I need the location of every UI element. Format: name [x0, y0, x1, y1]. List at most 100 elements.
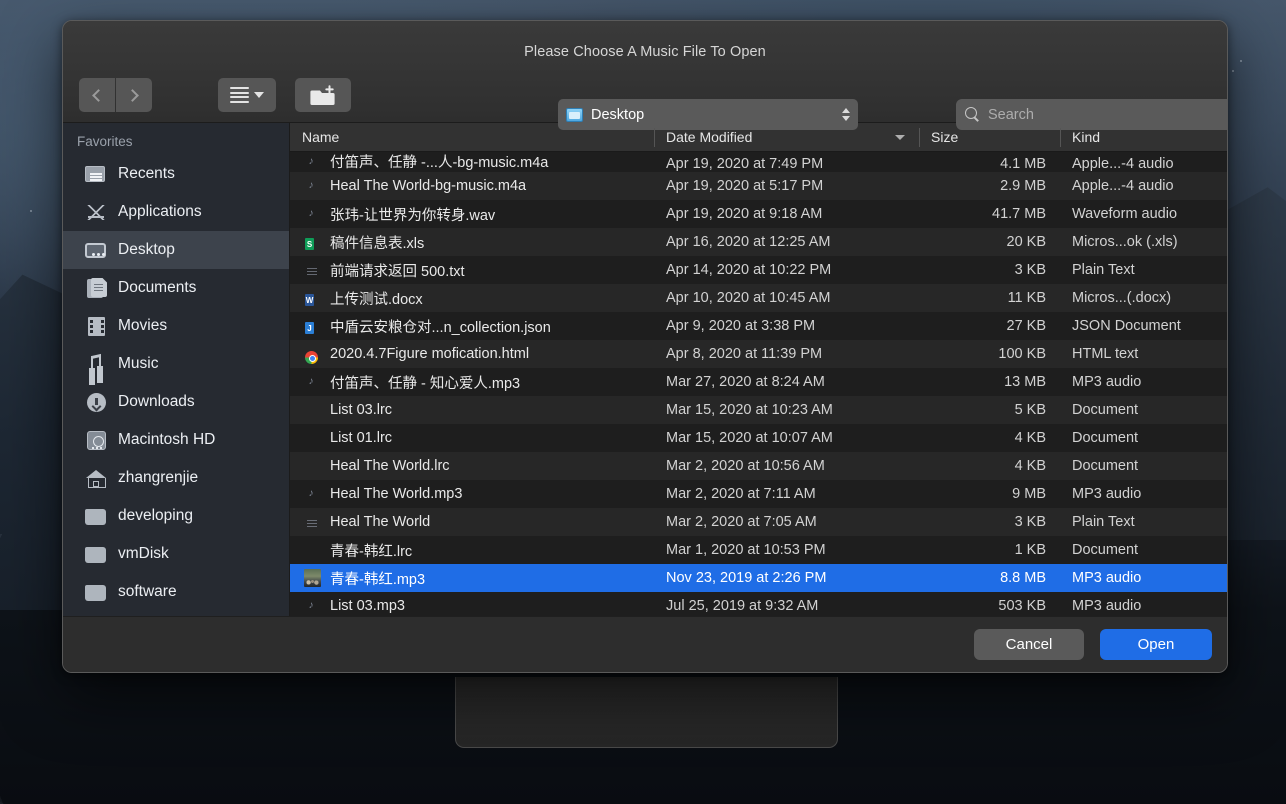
- file-name-label: 付笛声、任静 - 知心爱人.mp3: [330, 372, 520, 393]
- file-name-cell: J中盾云安粮仓对...n_collection.json: [290, 316, 654, 337]
- stepper-arrows-icon: [842, 108, 850, 121]
- table-row[interactable]: Heal The WorldMar 2, 2020 at 7:05 AM3 KB…: [290, 508, 1227, 536]
- table-row[interactable]: 青春-韩红.mp3Nov 23, 2019 at 2:26 PM8.8 MBMP…: [290, 564, 1227, 592]
- back-button[interactable]: [79, 78, 115, 112]
- file-name-label: List 01.lrc: [330, 430, 392, 446]
- table-row[interactable]: 青春-韩红.lrcMar 1, 2020 at 10:53 PM1 KBDocu…: [290, 536, 1227, 564]
- file-kind-cell: MP3 audio: [1060, 486, 1227, 502]
- table-row[interactable]: ♪付笛声、任静 -...人-bg-music.m4aApr 19, 2020 a…: [290, 152, 1227, 172]
- table-row[interactable]: ♪List 03.mp3Jul 25, 2019 at 9:32 AM503 K…: [290, 592, 1227, 616]
- table-row[interactable]: J中盾云安粮仓对...n_collection.jsonApr 9, 2020 …: [290, 312, 1227, 340]
- sidebar-item-desktop[interactable]: Desktop: [63, 231, 289, 269]
- dialog-title: Please Choose A Music File To Open: [63, 44, 1227, 60]
- table-row[interactable]: ♪Heal The World.mp3Mar 2, 2020 at 7:11 A…: [290, 480, 1227, 508]
- audio-file-icon: ♪: [304, 204, 321, 224]
- file-name-cell: ♪List 03.mp3: [290, 596, 654, 616]
- file-name-cell: List 01.lrc: [290, 428, 654, 448]
- sidebar-item-music[interactable]: Music: [63, 345, 289, 383]
- chevron-down-icon: [254, 92, 264, 98]
- file-kind-cell: HTML text: [1060, 346, 1227, 362]
- file-name-cell: 前端请求返回 500.txt: [290, 260, 654, 281]
- table-row[interactable]: ♪付笛声、任静 - 知心爱人.mp3Mar 27, 2020 at 8:24 A…: [290, 368, 1227, 396]
- navigation-buttons: [79, 78, 152, 112]
- file-date-cell: Apr 8, 2020 at 11:39 PM: [654, 346, 919, 362]
- column-header-size[interactable]: Size: [919, 123, 1060, 152]
- file-date-cell: Apr 14, 2020 at 10:22 PM: [654, 262, 919, 278]
- view-options-button[interactable]: [218, 78, 276, 112]
- sidebar-item-macintosh-hd[interactable]: Macintosh HD: [63, 421, 289, 459]
- file-date-cell: Apr 19, 2020 at 5:17 PM: [654, 178, 919, 194]
- sidebar-item-label: Desktop: [118, 241, 175, 259]
- search-input[interactable]: [988, 107, 1228, 123]
- file-name-label: 前端请求返回 500.txt: [330, 260, 465, 281]
- file-name-cell: List 03.lrc: [290, 400, 654, 420]
- file-kind-cell: MP3 audio: [1060, 598, 1227, 614]
- folder-icon: [85, 543, 107, 565]
- file-name-cell: ♪ 付笛声、任静 - 知心爱人.mp3: [290, 372, 654, 393]
- sidebar-item-list: RecentsApplications Desktop Documents Movie…: [63, 155, 289, 611]
- sidebar-item-zhangrenjie[interactable]: zhangrenjie: [63, 459, 289, 497]
- audio-file-icon: ♪: [304, 596, 321, 616]
- forward-button[interactable]: [116, 78, 152, 112]
- audio-file-icon: ♪: [304, 372, 321, 392]
- path-label: Desktop: [591, 107, 842, 123]
- file-kind-cell: Micros...ok (.xls): [1060, 234, 1227, 250]
- file-size-cell: 4 KB: [919, 458, 1060, 474]
- table-row[interactable]: 前端请求返回 500.txtApr 14, 2020 at 10:22 PM3 …: [290, 256, 1227, 284]
- file-kind-cell: MP3 audio: [1060, 570, 1227, 586]
- sidebar-item-developing[interactable]: developing: [63, 497, 289, 535]
- column-header-date-modified[interactable]: Date Modified: [654, 123, 919, 152]
- word-file-icon: W: [304, 288, 321, 308]
- file-kind-cell: Document: [1060, 430, 1227, 446]
- file-size-cell: 27 KB: [919, 318, 1060, 334]
- file-date-cell: Mar 2, 2020 at 7:11 AM: [654, 486, 919, 502]
- file-rows: ♪付笛声、任静 -...人-bg-music.m4aApr 19, 2020 a…: [290, 152, 1227, 616]
- sidebar-item-label: zhangrenjie: [118, 469, 198, 487]
- table-row[interactable]: ♪张玮-让世界为你转身.wavApr 19, 2020 at 9:18 AM41…: [290, 200, 1227, 228]
- file-name-label: 上传测试.docx: [330, 288, 423, 309]
- file-name-label: 稿件信息表.xls: [330, 232, 424, 253]
- sidebar-item-label: Downloads: [118, 393, 195, 411]
- sidebar-item-applications[interactable]: Applications: [63, 193, 289, 231]
- blank-file-icon: [304, 400, 321, 420]
- table-row[interactable]: ♪Heal The World-bg-music.m4aApr 19, 2020…: [290, 172, 1227, 200]
- background-app-window[interactable]: [455, 677, 838, 748]
- desktop-icon: [85, 239, 107, 261]
- folder-icon: [85, 581, 107, 603]
- chevron-left-icon: [92, 89, 105, 102]
- table-row[interactable]: Heal The World.lrcMar 2, 2020 at 10:56 A…: [290, 452, 1227, 480]
- sidebar-item-recents[interactable]: Recents: [63, 155, 289, 193]
- new-folder-button[interactable]: [295, 78, 351, 112]
- file-date-cell: Apr 19, 2020 at 7:49 PM: [654, 156, 919, 172]
- file-kind-cell: MP3 audio: [1060, 374, 1227, 390]
- sidebar-item-label: Documents: [118, 279, 196, 297]
- file-name-cell: ♪付笛声、任静 -...人-bg-music.m4a: [290, 152, 654, 172]
- dialog-footer: Cancel Open: [63, 616, 1227, 672]
- file-size-cell: 41.7 MB: [919, 206, 1060, 222]
- file-name-cell: 青春-韩红.lrc: [290, 540, 654, 561]
- column-header-name[interactable]: Name: [290, 123, 654, 152]
- open-button[interactable]: Open: [1100, 629, 1212, 660]
- table-row[interactable]: List 03.lrcMar 15, 2020 at 10:23 AM5 KBD…: [290, 396, 1227, 424]
- file-size-cell: 9 MB: [919, 486, 1060, 502]
- sidebar-item-downloads[interactable]: Downloads: [63, 383, 289, 421]
- file-kind-cell: Waveform audio: [1060, 206, 1227, 222]
- sidebar-item-documents[interactable]: Documents: [63, 269, 289, 307]
- file-kind-cell: Plain Text: [1060, 262, 1227, 278]
- table-row[interactable]: W上传测试.docxApr 10, 2020 at 10:45 AM11 KBM…: [290, 284, 1227, 312]
- sidebar-item-movies[interactable]: Movies: [63, 307, 289, 345]
- column-header-kind[interactable]: Kind: [1060, 123, 1227, 152]
- album-art-icon: [304, 568, 321, 588]
- cancel-button[interactable]: Cancel: [974, 629, 1084, 660]
- table-row[interactable]: 2020.4.7Figure mofication.htmlApr 8, 202…: [290, 340, 1227, 368]
- file-kind-cell: Apple...-4 audio: [1060, 178, 1227, 194]
- star: [1240, 60, 1242, 62]
- sidebar-item-label: software: [118, 583, 177, 601]
- sidebar-item-vmdisk[interactable]: vmDisk: [63, 535, 289, 573]
- table-row[interactable]: List 01.lrcMar 15, 2020 at 10:07 AM4 KBD…: [290, 424, 1227, 452]
- sidebar-item-software[interactable]: software: [63, 573, 289, 611]
- file-name-label: Heal The World: [330, 514, 430, 530]
- harddisk-icon: [85, 429, 107, 451]
- file-name-label: 付笛声、任静 -...人-bg-music.m4a: [330, 152, 548, 172]
- table-row[interactable]: S稿件信息表.xlsApr 16, 2020 at 12:25 AM20 KBM…: [290, 228, 1227, 256]
